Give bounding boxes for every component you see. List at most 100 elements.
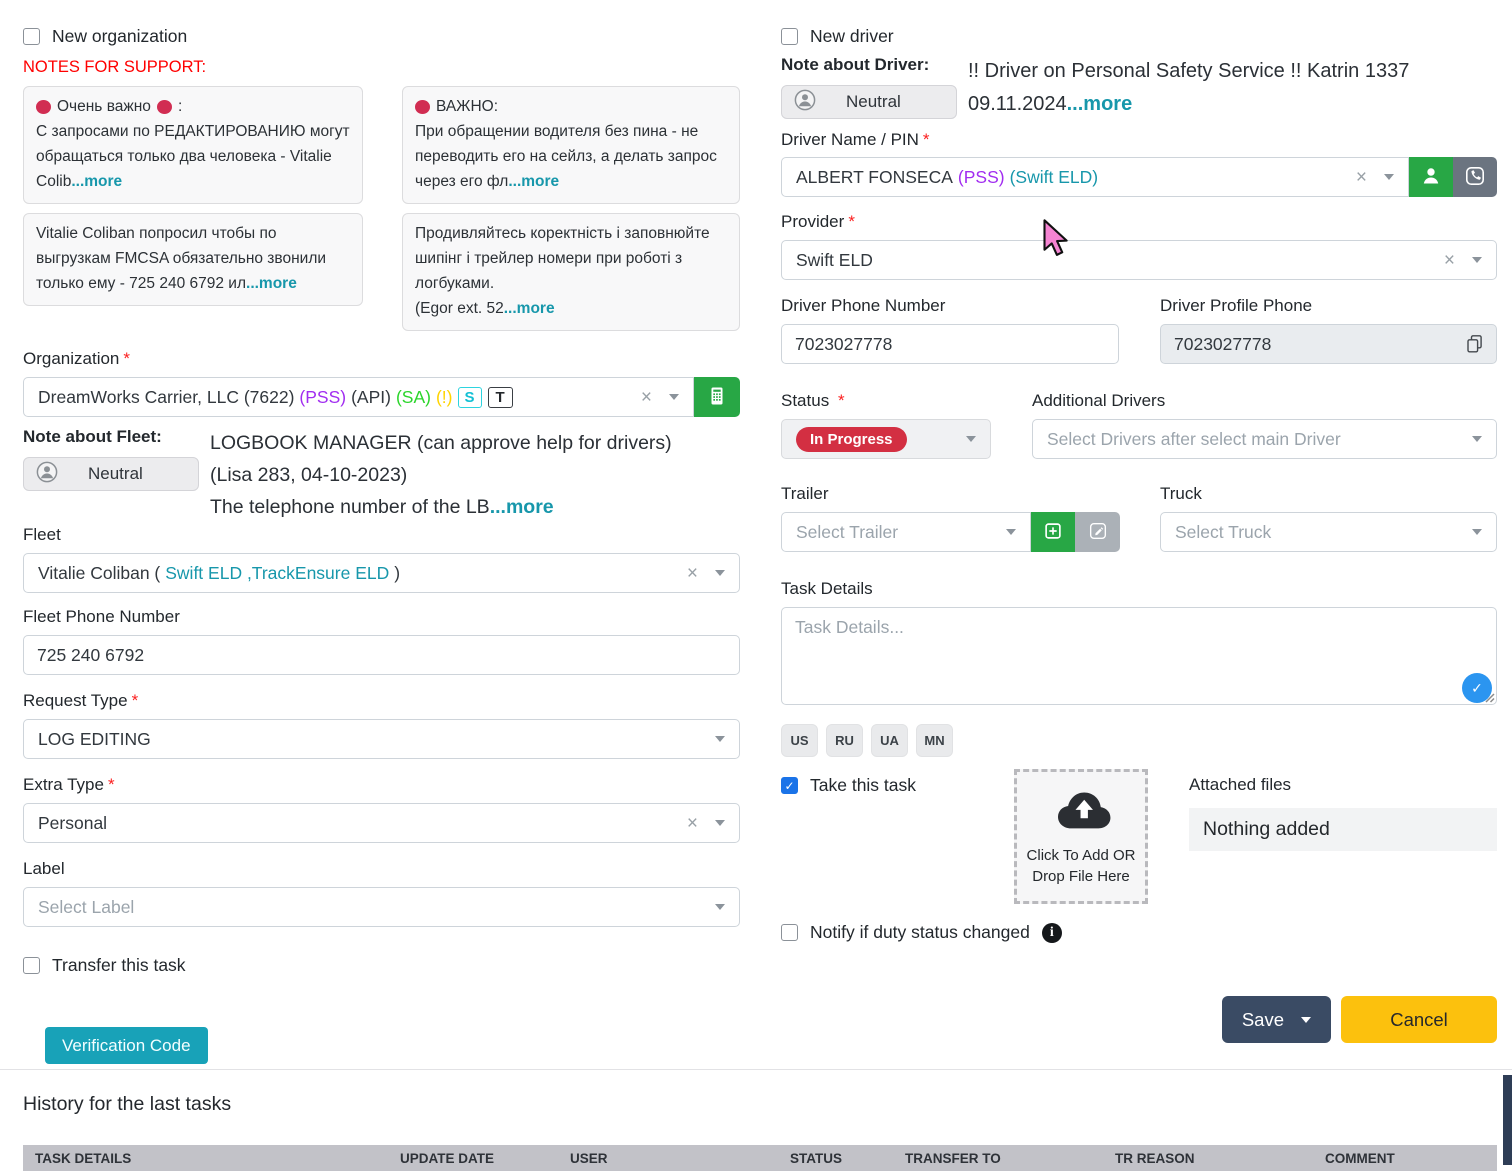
notify-checkbox[interactable] — [781, 924, 798, 941]
notes-for-support-heading: NOTES FOR SUPPORT: — [23, 58, 207, 76]
chevron-down-icon[interactable] — [1472, 436, 1482, 442]
lang-ru-button[interactable]: RU — [826, 724, 863, 757]
organization-details-button[interactable] — [694, 377, 740, 417]
request-type-select[interactable]: LOG EDITING — [23, 719, 740, 759]
additional-drivers-select[interactable]: Select Drivers after select main Driver — [1032, 419, 1497, 459]
organization-label: Organization * — [23, 349, 131, 368]
chevron-down-icon[interactable] — [715, 736, 725, 742]
take-this-task-checkbox[interactable] — [781, 777, 798, 794]
task-details-textarea[interactable] — [781, 607, 1497, 705]
transfer-task-checkbox[interactable] — [23, 957, 40, 974]
more-link[interactable]: ...more — [1067, 93, 1133, 115]
column-header: TASK DETAILS — [35, 1151, 132, 1166]
chevron-down-icon[interactable] — [715, 570, 725, 576]
chevron-down-icon[interactable] — [1006, 529, 1016, 535]
provider-select[interactable]: Swift ELD — [781, 240, 1497, 280]
take-this-task-label: Take this task — [810, 775, 917, 795]
more-link[interactable]: ...more — [246, 275, 297, 292]
organization-select[interactable]: DreamWorks Carrier, LLC (7622) (PSS) (AP… — [23, 377, 694, 417]
status-select[interactable]: In Progress — [781, 419, 991, 459]
notify-label: Notify if duty status changed — [810, 922, 1030, 942]
support-note: Продивляйтесь коректність і заповнюйте ш… — [402, 213, 740, 331]
take-upload-row: Take this task Click To Add OR Drop File… — [781, 769, 1497, 904]
plus-square-icon — [1042, 520, 1064, 545]
form-actions: Save Cancel — [781, 996, 1497, 1043]
cancel-button[interactable]: Cancel — [1341, 996, 1497, 1043]
clear-icon[interactable] — [687, 814, 698, 833]
chevron-down-icon[interactable] — [966, 436, 976, 442]
chevron-down-icon[interactable] — [715, 904, 725, 910]
chevron-down-icon[interactable] — [1472, 529, 1482, 535]
request-type-label: Request Type * — [23, 691, 139, 710]
chevron-down-icon[interactable] — [1384, 174, 1394, 180]
section-divider — [0, 1069, 1512, 1070]
fleet-sentiment-select[interactable]: Neutral — [23, 457, 199, 491]
lang-mn-button[interactable]: MN — [916, 724, 953, 757]
calculator-icon — [705, 384, 729, 411]
person-circle-icon — [34, 459, 60, 490]
new-organization-row[interactable]: New organization — [23, 26, 740, 47]
driver-name-select[interactable]: ALBERT FONSECA (PSS) (Swift ELD) — [781, 157, 1409, 197]
label-select[interactable]: Select Label — [23, 887, 740, 927]
driver-phone-input[interactable] — [781, 324, 1119, 364]
copy-icon[interactable] — [1464, 333, 1486, 360]
driver-profile-button[interactable] — [1409, 157, 1453, 197]
task-details-label: Task Details — [781, 579, 873, 598]
clear-icon[interactable] — [687, 564, 698, 583]
person-circle-icon — [792, 87, 818, 118]
chevron-down-icon[interactable] — [1472, 257, 1482, 263]
info-icon[interactable] — [1041, 922, 1062, 943]
resize-handle[interactable] — [1482, 690, 1495, 708]
take-this-task-row[interactable]: Take this task — [781, 775, 1014, 796]
extra-type-select[interactable]: Personal — [23, 803, 740, 843]
clear-icon[interactable] — [1356, 168, 1367, 187]
add-trailer-button[interactable] — [1031, 512, 1075, 552]
attached-files-value: Nothing added — [1189, 808, 1497, 851]
truck-select[interactable]: Select Truck — [1160, 512, 1497, 552]
chevron-down-icon[interactable] — [1301, 1016, 1311, 1023]
column-header: TRANSFER TO — [905, 1151, 1001, 1166]
task-details-wrap — [781, 607, 1497, 710]
lang-us-button[interactable]: US — [781, 724, 818, 757]
provider-label: Provider * — [781, 212, 855, 231]
support-note-title: ВАЖНО: — [415, 94, 727, 119]
more-link[interactable]: ...more — [71, 173, 122, 190]
page-scrollbar[interactable] — [1503, 1075, 1512, 1165]
edit-trailer-button[interactable] — [1075, 512, 1120, 552]
notify-row: Notify if duty status changed — [781, 922, 1497, 943]
chevron-down-icon[interactable] — [715, 820, 725, 826]
t-badge: T — [487, 386, 513, 408]
clear-icon[interactable] — [641, 388, 652, 407]
support-note: ВАЖНО: При обращении водителя без пина -… — [402, 86, 740, 204]
driver-call-button[interactable] — [1453, 157, 1497, 197]
save-button[interactable]: Save — [1221, 996, 1331, 1043]
more-link[interactable]: ...more — [490, 496, 554, 518]
new-driver-checkbox[interactable] — [781, 28, 798, 45]
driver-sentiment-select[interactable]: Neutral — [781, 85, 957, 119]
chevron-down-icon[interactable] — [669, 394, 679, 400]
phone-row: Driver Phone Number Driver Profile Phone — [781, 296, 1497, 364]
fleet-phone-label: Fleet Phone Number — [23, 607, 180, 626]
more-link[interactable]: ...more — [508, 173, 559, 190]
note-about-driver-label: Note about Driver: — [781, 55, 930, 74]
trailer-select[interactable]: Select Trailer — [781, 512, 1031, 552]
transfer-task-row[interactable]: Transfer this task — [23, 955, 740, 976]
note-about-driver-block: Note about Driver: Neutral !! Driver on … — [781, 55, 1497, 121]
status-row: Status * In Progress Additional Drivers … — [781, 391, 1497, 459]
fleet-select[interactable]: Vitalie Coliban ( Swift ELD ,TrackEnsure… — [23, 553, 740, 593]
verification-code-button[interactable]: Verification Code — [45, 1027, 208, 1064]
more-link[interactable]: ...more — [504, 300, 555, 317]
new-driver-row[interactable]: New driver — [781, 26, 1497, 47]
person-icon — [1419, 164, 1443, 191]
attached-files-label: Attached files — [1189, 775, 1292, 794]
file-dropzone[interactable]: Click To Add OR Drop File Here — [1014, 769, 1148, 904]
fleet-phone-input[interactable] — [23, 635, 740, 675]
lang-ua-button[interactable]: UA — [871, 724, 908, 757]
transfer-task-label: Transfer this task — [52, 955, 186, 975]
new-organization-checkbox[interactable] — [23, 28, 40, 45]
note-about-fleet-text: LOGBOOK MANAGER (can approve help for dr… — [210, 432, 672, 518]
support-note-body: Продивляйтесь коректність і заповнюйте ш… — [415, 225, 710, 317]
clear-icon[interactable] — [1444, 251, 1455, 270]
status-badge: In Progress — [796, 426, 907, 452]
additional-drivers-label: Additional Drivers — [1032, 391, 1166, 410]
